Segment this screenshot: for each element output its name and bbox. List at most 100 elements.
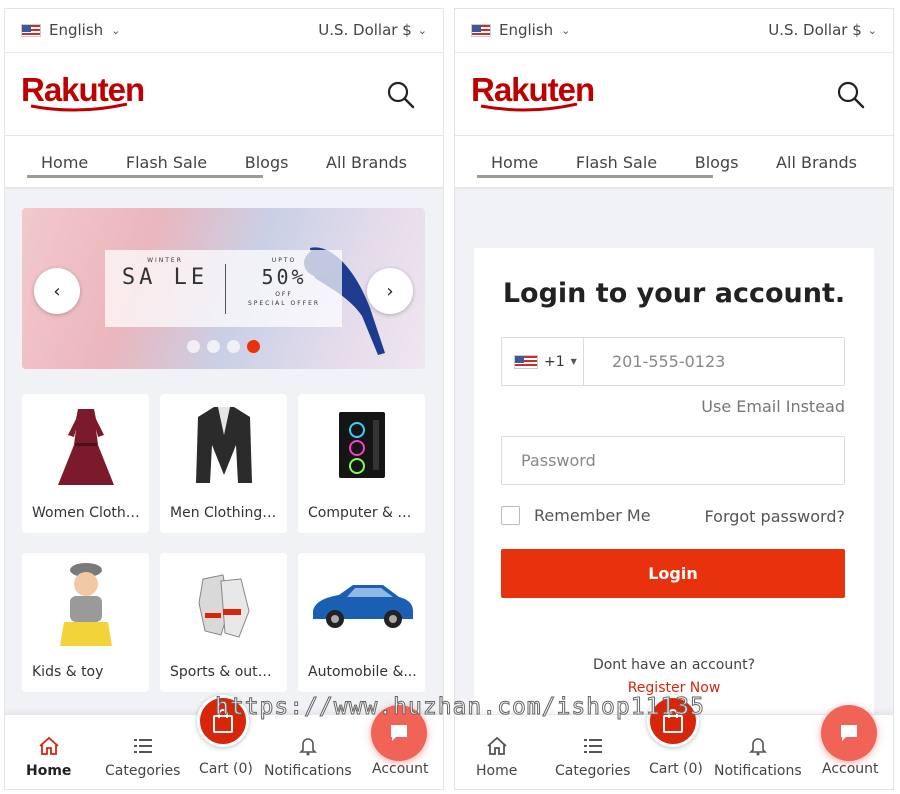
winter-text: WINTER [147, 257, 183, 264]
chevron-down-icon: ⌄ [417, 23, 427, 37]
nav-all-brands[interactable]: All Brands [762, 153, 871, 172]
caret-down-icon: ▼ [570, 357, 577, 366]
password-input[interactable] [501, 436, 845, 485]
bell-icon [748, 738, 767, 756]
discount-text: 50% [261, 265, 307, 289]
use-email-link[interactable]: Use Email Instead [701, 397, 845, 416]
bottom-nav-label: Home [476, 763, 518, 779]
bottom-nav-notifications[interactable]: Notifications [264, 735, 352, 779]
category-card[interactable]: Women Clothi... [22, 394, 149, 533]
banner-next-button[interactable]: › [367, 268, 413, 314]
nav-home[interactable]: Home [477, 153, 552, 172]
chevron-down-icon: ⌄ [561, 23, 571, 37]
logo-text: Rakuten [21, 71, 145, 108]
bottom-nav-cart[interactable]: Cart (0) [649, 761, 703, 777]
list-icon [133, 739, 152, 753]
header: Rakuten [455, 53, 893, 136]
category-label: Kids & toy [32, 664, 104, 680]
bottom-nav: Home Categories Cart (0) Notifications A… [455, 695, 893, 789]
carousel-dot-4[interactable] [247, 340, 260, 353]
category-card[interactable]: Automobile &... [298, 553, 425, 692]
phone-input[interactable] [584, 338, 844, 385]
child-icon [59, 563, 112, 646]
rakuten-logo[interactable]: Rakuten [471, 73, 595, 117]
login-title: Login to your account. [502, 278, 846, 309]
chevron-right-icon: › [386, 280, 394, 302]
cart-button[interactable] [647, 695, 699, 747]
nav-blogs[interactable]: Blogs [681, 153, 753, 172]
login-card: Login to your account. +1 ▼ Use Email In… [474, 248, 874, 728]
carousel-dot-1[interactable] [187, 340, 200, 353]
bottom-nav-home[interactable]: Home [476, 735, 517, 779]
category-card[interactable]: Kids & toy [22, 553, 149, 692]
currency-selector[interactable]: U.S. Dollar $ ⌄ [768, 21, 877, 39]
chevron-down-icon: ⌄ [111, 23, 121, 37]
category-card[interactable]: Computer & A... [298, 394, 425, 533]
bottom-nav-label: Notifications [714, 763, 802, 779]
shopping-bag-icon [213, 709, 233, 733]
carousel-dot-2[interactable] [207, 340, 220, 353]
main-nav: Home Flash Sale Blogs All Brands [455, 136, 893, 188]
bottom-nav-categories[interactable]: Categories [555, 735, 630, 779]
currency-selector[interactable]: U.S. Dollar $ ⌄ [318, 21, 427, 39]
category-card[interactable]: Sports & outd... [160, 553, 287, 692]
nav-flash-sale[interactable]: Flash Sale [112, 153, 221, 172]
chat-button[interactable] [371, 705, 427, 761]
header: Rakuten [5, 53, 443, 136]
language-selector[interactable]: English ⌄ [21, 21, 120, 39]
home-icon [39, 736, 59, 755]
bottom-nav-account[interactable]: Account [372, 761, 429, 777]
us-flag-icon [21, 23, 41, 37]
login-screen: English ⌄ U.S. Dollar $ ⌄ Rakuten Home F… [454, 8, 894, 790]
search-icon[interactable] [837, 81, 865, 109]
rakuten-logo[interactable]: Rakuten [21, 73, 145, 117]
bottom-nav-account[interactable]: Account [822, 761, 879, 777]
nav-home[interactable]: Home [27, 153, 102, 172]
chat-button[interactable] [821, 705, 877, 761]
cart-button[interactable] [197, 695, 249, 747]
nav-blogs[interactable]: Blogs [231, 153, 303, 172]
pc-case-icon [338, 412, 385, 478]
sale-text: SA LE [121, 265, 209, 290]
promo-banner[interactable]: WINTER SA LE UPTO 50% OFF SPECIAL OFFER … [22, 208, 425, 369]
bottom-nav-notifications[interactable]: Notifications [714, 735, 802, 779]
nav-all-brands[interactable]: All Brands [312, 153, 421, 172]
bottom-nav-categories[interactable]: Categories [105, 735, 180, 779]
bottom-nav-label: Cart (0) [649, 761, 703, 777]
gloves-icon [197, 574, 250, 638]
us-flag-icon [514, 354, 538, 369]
nav-scroll-indicator [477, 175, 713, 178]
search-icon[interactable] [387, 81, 415, 109]
top-bar: English ⌄ U.S. Dollar $ ⌄ [455, 9, 893, 53]
banner-prev-button[interactable]: ‹ [34, 268, 80, 314]
nav-flash-sale[interactable]: Flash Sale [562, 153, 671, 172]
chat-icon [391, 725, 407, 741]
bottom-nav-label: Account [822, 761, 879, 777]
language-selector[interactable]: English ⌄ [471, 21, 570, 39]
bottom-nav-label: Notifications [264, 763, 352, 779]
remember-me[interactable]: Remember Me [501, 506, 651, 525]
carousel-dot-3[interactable] [227, 340, 240, 353]
bottom-nav-label: Home [26, 763, 72, 779]
top-bar: English ⌄ U.S. Dollar $ ⌄ [5, 9, 443, 53]
bottom-nav-label: Account [372, 761, 429, 777]
language-label: English [499, 21, 554, 39]
car-icon [312, 585, 413, 628]
category-card[interactable]: Men Clothing ... [160, 394, 287, 533]
language-label: English [49, 21, 104, 39]
bottom-nav-home[interactable]: Home [26, 735, 71, 779]
remember-checkbox[interactable] [501, 506, 520, 525]
carousel-dots [187, 340, 260, 353]
chevron-left-icon: ‹ [53, 280, 61, 302]
country-code-selector[interactable]: +1 ▼ [502, 338, 584, 385]
main-nav: Home Flash Sale Blogs All Brands [5, 136, 443, 188]
currency-label: U.S. Dollar $ [768, 21, 862, 39]
bottom-nav-cart[interactable]: Cart (0) [199, 761, 253, 777]
login-button[interactable]: Login [501, 549, 845, 598]
bell-icon [298, 738, 317, 756]
register-link[interactable]: Register Now [474, 680, 874, 696]
off-text: OFF [275, 291, 293, 298]
category-label: Automobile &... [308, 664, 417, 680]
logo-swoosh-icon [480, 103, 578, 112]
forgot-password-link[interactable]: Forgot password? [705, 507, 845, 526]
